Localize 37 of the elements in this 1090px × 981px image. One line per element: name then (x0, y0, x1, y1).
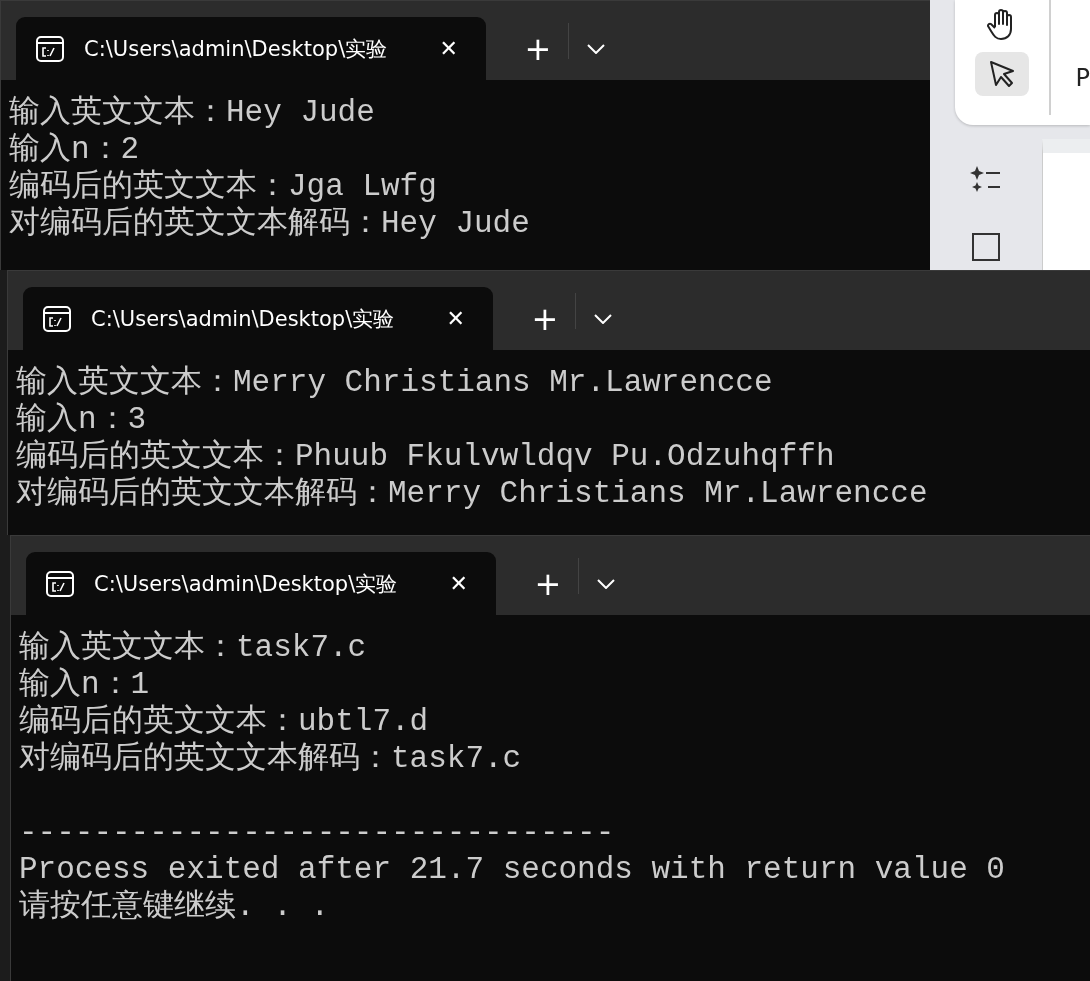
terminal-icon (43, 305, 71, 332)
terminal-tab[interactable]: C:\Users\admin\Desktop\实验 ✕ (16, 17, 486, 80)
terminal-icon (46, 570, 74, 597)
console-line: Process exited after 21.7 seconds with return value 0 (19, 851, 1006, 888)
close-tab-button[interactable]: ✕ (431, 36, 466, 61)
console-line: 请按任意键继续. . . (19, 888, 330, 925)
sparkle-list-icon[interactable] (970, 165, 1002, 193)
chevron-down-icon (597, 578, 615, 589)
console-line: 对编码后的英文文本解码：Merry Christians Mr.Lawrencce (16, 475, 929, 512)
new-tab-button[interactable]: + (508, 17, 568, 80)
console-line: 对编码后的英文文本解码：task7.c (19, 740, 523, 777)
console-line: 输入英文文本：Merry Christians Mr.Lawrencce (16, 364, 774, 401)
new-tab-button[interactable]: + (518, 552, 578, 615)
terminal-tab[interactable]: C:\Users\admin\Desktop\实验 ✕ (23, 287, 493, 350)
chevron-down-icon (587, 43, 605, 54)
console-line: 输入n：2 (9, 131, 141, 168)
console-line: -------------------------------- (19, 814, 616, 851)
terminal-tab[interactable]: C:\Users\admin\Desktop\实验 ✕ (26, 552, 496, 615)
close-tab-button[interactable]: ✕ (441, 571, 476, 596)
square-icon[interactable] (972, 233, 1000, 261)
tab-title: C:\Users\admin\Desktop\实验 (91, 305, 396, 333)
console-line: 对编码后的英文文本解码：Hey Jude (9, 205, 531, 242)
console-line: 输入n：1 (19, 666, 151, 703)
console-line: 编码后的英文文本：Phuub Fkulvwldqv Pu.Odzuhqffh (16, 438, 836, 475)
new-tab-button[interactable]: + (515, 287, 575, 350)
console-line: 输入英文文本：Hey Jude (9, 94, 376, 131)
console-line: 编码后的英文文本：ubtl7.d (19, 703, 430, 740)
tab-title: C:\Users\admin\Desktop\实验 (84, 35, 389, 63)
pointer-tool-button[interactable] (974, 52, 1029, 96)
tab-title: C:\Users\admin\Desktop\实验 (94, 570, 399, 598)
close-tab-button[interactable]: ✕ (438, 306, 473, 331)
toolbar-label: P (1074, 63, 1090, 94)
chevron-down-icon (594, 313, 612, 324)
console-line: 输入n：3 (16, 401, 148, 438)
console-line: 编码后的英文文本：Jga Lwfg (9, 168, 438, 205)
console-line: 输入英文文本：task7.c (19, 629, 368, 666)
terminal-icon (36, 35, 64, 62)
